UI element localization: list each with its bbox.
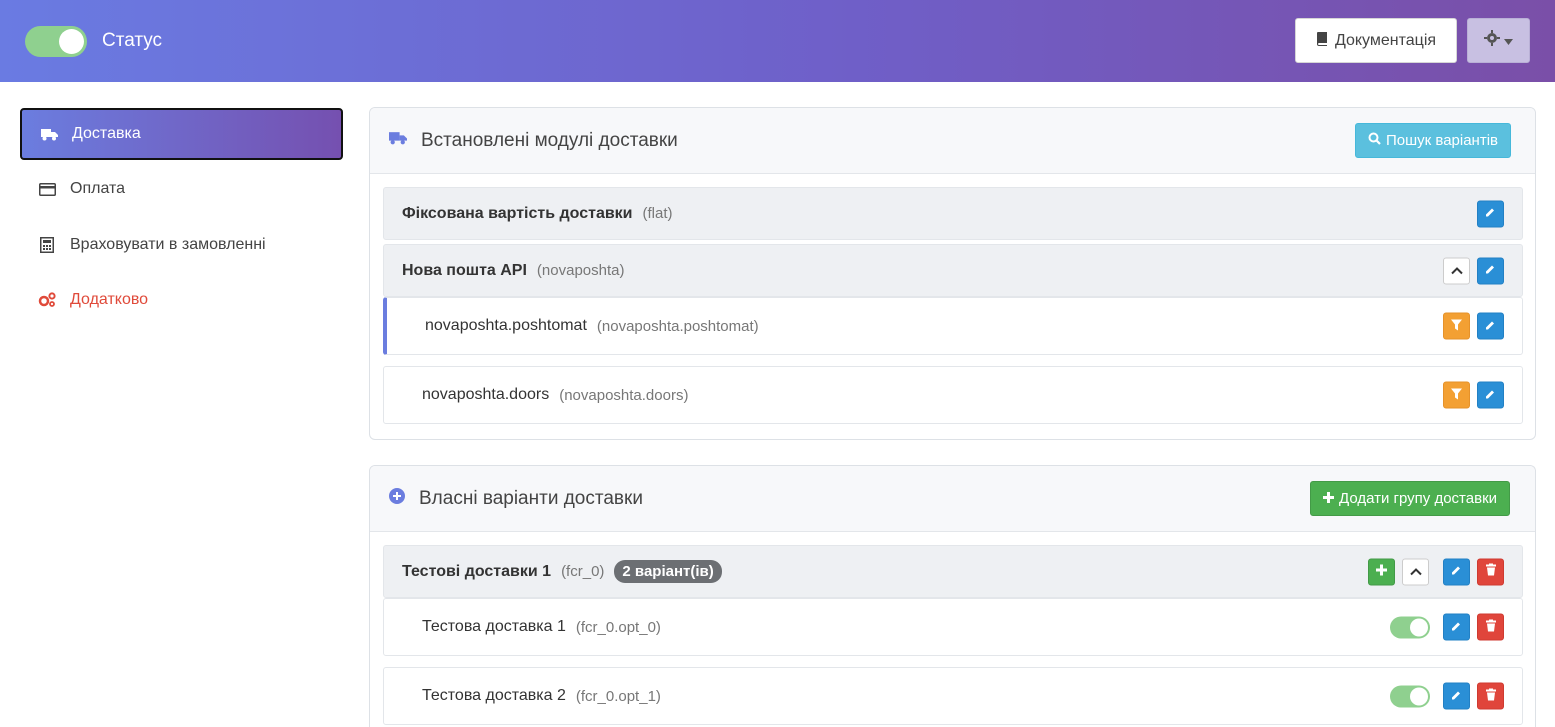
delete-button[interactable] — [1477, 613, 1504, 641]
module-code: (novaposhta.doors) — [559, 386, 689, 404]
option-name: Тестова доставка 1 — [422, 618, 566, 635]
sidebar-item-label: Додатково — [70, 291, 149, 308]
options-count-badge: 2 варіант(ів) — [614, 560, 722, 583]
documentation-button[interactable]: Документація — [1295, 18, 1457, 63]
status-toggle[interactable] — [25, 26, 87, 57]
toggle-knob — [1410, 618, 1428, 636]
sidebar-item-payment[interactable]: Оплата — [20, 163, 343, 215]
sidebar-item-order-totals[interactable]: Враховувати в замовленні — [20, 219, 343, 271]
edit-button[interactable] — [1443, 613, 1470, 641]
collapse-button[interactable] — [1443, 257, 1470, 284]
module-row-doors: novaposhta.doors (novaposhta.doors) — [383, 366, 1523, 424]
trash-icon — [1485, 618, 1496, 636]
gears-icon — [38, 291, 56, 309]
module-name: novaposhta.doors — [422, 386, 550, 403]
module-code: (novaposhta.poshtomat) — [596, 317, 759, 335]
plus-icon — [1376, 563, 1387, 581]
plus-icon — [1323, 490, 1334, 507]
truck-icon — [389, 131, 407, 150]
toggle-knob — [59, 29, 84, 54]
panel-title: Власні варіанти доставки — [419, 487, 643, 509]
module-code: (flat) — [642, 205, 673, 222]
filter-button[interactable] — [1443, 381, 1470, 409]
panel-header: Встановлені модулі доставки Пошук варіан… — [370, 108, 1535, 174]
documentation-label: Документація — [1334, 31, 1437, 49]
pencil-icon — [1485, 386, 1496, 404]
add-group-label: Додати групу доставки — [1339, 490, 1498, 507]
option-name: Тестова доставка 2 — [422, 687, 566, 704]
pencil-icon — [1451, 563, 1462, 581]
add-group-button[interactable]: Додати групу доставки — [1310, 481, 1511, 516]
module-name: Фіксована вартість доставки — [402, 204, 633, 222]
custom-options-panel: Власні варіанти доставки Додати групу до… — [369, 465, 1536, 727]
pencil-icon — [1485, 317, 1496, 335]
trash-icon — [1485, 563, 1496, 581]
edit-button[interactable] — [1443, 558, 1470, 585]
panel-title: Встановлені модулі доставки — [421, 129, 678, 151]
filter-icon — [1451, 386, 1462, 404]
filter-icon — [1451, 317, 1462, 335]
calculator-icon — [38, 236, 56, 254]
option-enabled-toggle[interactable] — [1390, 616, 1430, 638]
sidebar-item-additional[interactable]: Додатково — [20, 274, 343, 326]
truck-icon — [40, 125, 58, 143]
edit-button[interactable] — [1477, 200, 1504, 227]
module-row-poshtomat: novaposhta.poshtomat (novaposhta.poshtom… — [383, 297, 1523, 355]
top-header: Статус Документація — [0, 0, 1555, 82]
edit-button[interactable] — [1477, 257, 1504, 284]
module-code: (novaposhta) — [536, 262, 625, 279]
edit-button[interactable] — [1477, 381, 1504, 409]
book-icon — [1316, 31, 1329, 51]
sidebar-item-delivery[interactable]: Доставка — [20, 108, 343, 160]
chevron-up-icon — [1450, 262, 1463, 280]
module-name: novaposhta.poshtomat — [425, 317, 587, 334]
chevron-up-icon — [1409, 563, 1422, 581]
pencil-icon — [1485, 205, 1496, 223]
plus-circle-icon — [389, 488, 405, 509]
module-row-novaposhta: Нова пошта API (novaposhta) — [383, 244, 1523, 297]
toggle-knob — [1410, 687, 1428, 705]
search-icon — [1368, 132, 1381, 149]
delete-button[interactable] — [1477, 558, 1504, 585]
search-options-label: Пошук варіантів — [1386, 132, 1499, 149]
sidebar-item-label: Доставка — [72, 125, 141, 142]
pencil-icon — [1451, 687, 1462, 705]
add-option-button[interactable] — [1368, 558, 1395, 585]
caret-down-icon — [1504, 32, 1513, 50]
installed-modules-panel: Встановлені модулі доставки Пошук варіан… — [369, 107, 1536, 440]
search-options-button[interactable]: Пошук варіантів — [1355, 123, 1512, 158]
sidebar-item-label: Враховувати в замовленні — [70, 236, 266, 253]
pencil-icon — [1451, 618, 1462, 636]
module-name: Нова пошта API — [402, 261, 527, 279]
option-code: (fcr_0.opt_1) — [575, 687, 661, 705]
delivery-option-row: Тестова доставка 2 (fcr_0.opt_1) — [383, 667, 1523, 725]
edit-button[interactable] — [1443, 682, 1470, 710]
settings-dropdown-button[interactable] — [1467, 18, 1530, 63]
credit-card-icon — [38, 180, 56, 198]
filter-button[interactable] — [1443, 312, 1470, 340]
group-name: Тестові доставки 1 — [402, 562, 552, 580]
delete-button[interactable] — [1477, 682, 1504, 710]
gear-icon — [1484, 30, 1500, 51]
module-row-flat: Фіксована вартість доставки (flat) — [383, 187, 1523, 240]
option-enabled-toggle[interactable] — [1390, 685, 1430, 707]
option-code: (fcr_0.opt_0) — [575, 618, 661, 636]
delivery-option-row: Тестова доставка 1 (fcr_0.opt_0) — [383, 598, 1523, 656]
collapse-button[interactable] — [1402, 558, 1429, 585]
trash-icon — [1485, 687, 1496, 705]
group-code: (fcr_0) — [561, 563, 605, 580]
status-label: Статус — [102, 30, 163, 51]
sidebar-item-label: Оплата — [70, 180, 126, 197]
edit-button[interactable] — [1477, 312, 1504, 340]
panel-header: Власні варіанти доставки Додати групу до… — [370, 466, 1535, 532]
pencil-icon — [1485, 262, 1496, 280]
delivery-group-row: Тестові доставки 1 (fcr_0) 2 варіант(ів) — [383, 545, 1523, 598]
